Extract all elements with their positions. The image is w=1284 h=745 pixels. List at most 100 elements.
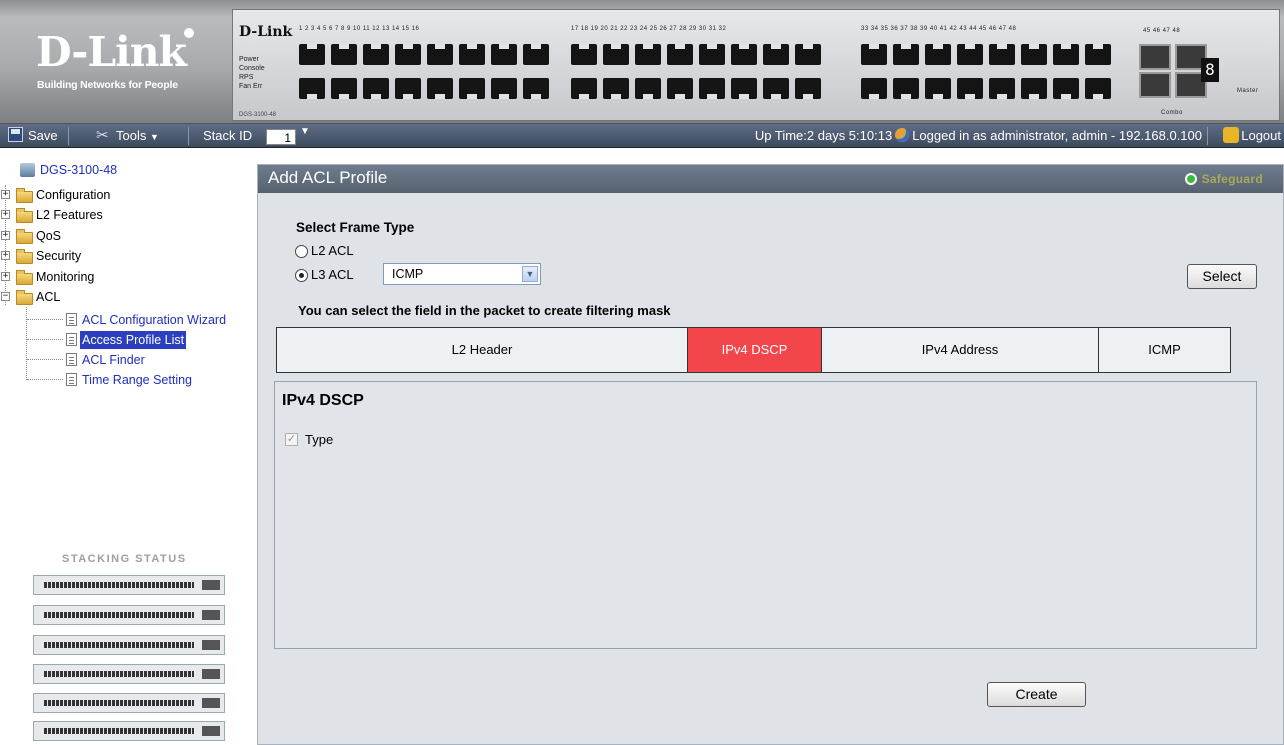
dlink-logo: D-Link Building Networks for People — [6, 4, 230, 120]
ethernet-port — [363, 78, 389, 99]
main-content: Add ACL Profile Safeguard Select Frame T… — [257, 164, 1284, 745]
ethernet-port — [957, 44, 983, 65]
ethernet-port — [731, 78, 757, 99]
page-icon — [66, 373, 77, 386]
tree-folder-configuration[interactable]: Configuration — [36, 186, 110, 204]
sfp-port — [1139, 44, 1171, 70]
stack-unit[interactable] — [33, 721, 225, 741]
ethernet-port — [667, 78, 693, 99]
field-tabs: L2 Header IPv4 DSCP IPv4 Address ICMP — [276, 327, 1231, 373]
stack-unit[interactable] — [33, 575, 225, 595]
led-console-label: Console — [239, 65, 265, 72]
expand-icon[interactable]: + — [1, 231, 10, 240]
ethernet-port — [893, 44, 919, 65]
logo-brand: D-Link — [36, 28, 187, 76]
save-button[interactable]: Save — [28, 127, 58, 145]
tree-folder-security[interactable]: Security — [36, 247, 81, 265]
ethernet-port — [603, 78, 629, 99]
ethernet-port — [957, 78, 983, 99]
tree-item-acl-finder[interactable]: ACL Finder — [82, 351, 145, 369]
tree-connector — [27, 359, 63, 360]
tree-folder-qos[interactable]: QoS — [36, 227, 61, 245]
stack-unit[interactable] — [33, 605, 225, 625]
l2-acl-radio[interactable] — [295, 245, 308, 258]
logo-tagline: Building Networks for People — [37, 79, 178, 91]
folder-icon — [16, 229, 33, 244]
ethernet-port — [331, 78, 357, 99]
sfp-port — [1139, 72, 1171, 98]
ethernet-port — [699, 78, 725, 99]
tools-menu-button[interactable]: Tools ▼ — [116, 127, 159, 145]
port-group-3: 33 34 35 36 37 38 39 40 41 42 43 44 45 4… — [861, 26, 1117, 116]
stack-unit[interactable] — [33, 635, 225, 655]
save-icon[interactable] — [8, 127, 23, 142]
tab-icmp[interactable]: ICMP — [1098, 327, 1231, 373]
ethernet-port — [459, 44, 485, 65]
stack-id-select[interactable]: 1 — [266, 129, 296, 145]
safeguard-label: Safeguard — [1201, 172, 1263, 186]
l3-acl-radio[interactable] — [295, 269, 308, 282]
toolbar-divider — [68, 127, 69, 145]
led-rps-label: RPS — [239, 74, 254, 81]
stack-id-label: Stack ID — [203, 128, 253, 143]
ethernet-port — [1021, 78, 1047, 99]
tab-l2-header[interactable]: L2 Header — [276, 327, 688, 373]
tree-connector — [27, 319, 63, 320]
mask-hint: You can select the field in the packet t… — [298, 303, 671, 318]
ethernet-port — [795, 44, 821, 65]
ethernet-port — [491, 78, 517, 99]
collapse-icon[interactable]: − — [1, 292, 10, 301]
stacking-status-panel: STACKING STATUS — [0, 549, 246, 745]
tree-item-time-range-setting[interactable]: Time Range Setting — [82, 371, 192, 389]
folder-icon — [16, 270, 33, 285]
user-icon — [895, 128, 910, 142]
stack-unit[interactable] — [33, 664, 225, 684]
port-numbers-1: 1 2 3 4 5 6 7 8 9 10 11 12 13 14 15 16 — [299, 26, 420, 32]
uptime-text: Up Time:2 days 5:10:13 — [754, 128, 893, 143]
tab-ipv4-address[interactable]: IPv4 Address — [821, 327, 1099, 373]
ethernet-port — [763, 78, 789, 99]
tree-folder-monitoring[interactable]: Monitoring — [36, 268, 94, 286]
ethernet-port — [731, 44, 757, 65]
tools-icon[interactable]: ✂ — [96, 126, 109, 144]
page-icon — [66, 353, 77, 366]
chevron-down-icon: ▼ — [149, 132, 159, 142]
ethernet-port — [989, 78, 1015, 99]
ethernet-port — [571, 44, 597, 65]
tree-connector — [5, 185, 6, 305]
create-button[interactable]: Create — [987, 682, 1086, 707]
tree-item-access-profile-list[interactable]: Access Profile List — [80, 331, 187, 349]
expand-icon[interactable]: + — [1, 210, 10, 219]
l3-protocol-select[interactable]: ICMP ▼ — [383, 263, 541, 285]
logout-button[interactable]: Logout — [1223, 127, 1281, 145]
tools-label: Tools — [116, 128, 147, 143]
ethernet-port — [395, 78, 421, 99]
select-button[interactable]: Select — [1187, 264, 1257, 289]
expand-icon[interactable]: + — [1, 272, 10, 281]
master-label: Master — [1237, 88, 1259, 94]
stack-id-display: 8 — [1201, 58, 1219, 82]
chevron-down-icon[interactable]: ▼ — [300, 126, 310, 137]
page-icon — [66, 313, 77, 326]
tree-item-acl-config-wizard[interactable]: ACL Configuration Wizard — [82, 311, 226, 329]
stack-unit[interactable] — [33, 693, 225, 713]
tab-ipv4-dscp[interactable]: IPv4 DSCP — [687, 327, 822, 373]
expand-icon[interactable]: + — [1, 190, 10, 199]
navigation-tree: DGS-3100-48 + Configuration + L2 Feature… — [0, 149, 246, 549]
tree-folder-acl[interactable]: ACL — [36, 288, 60, 306]
expand-icon[interactable]: + — [1, 251, 10, 260]
safeguard-led-icon — [1184, 173, 1197, 185]
ethernet-port — [331, 44, 357, 65]
tree-folder-l2-features[interactable]: L2 Features — [36, 206, 103, 224]
type-checkbox[interactable]: ✓ — [285, 433, 298, 446]
tree-root[interactable]: DGS-3100-48 — [40, 161, 117, 179]
l3-acl-label[interactable]: L3 ACL — [311, 267, 354, 282]
l2-acl-label[interactable]: L2 ACL — [311, 243, 354, 258]
port-numbers-2: 17 18 19 20 21 22 23 24 25 26 27 28 29 3… — [571, 26, 727, 32]
ethernet-port — [667, 44, 693, 65]
ethernet-port — [925, 44, 951, 65]
folder-icon — [16, 249, 33, 264]
ethernet-port — [427, 44, 453, 65]
ethernet-port — [635, 78, 661, 99]
switch-front-panel: D-Link Power Console RPS Fan Err DGS-310… — [232, 9, 1280, 121]
